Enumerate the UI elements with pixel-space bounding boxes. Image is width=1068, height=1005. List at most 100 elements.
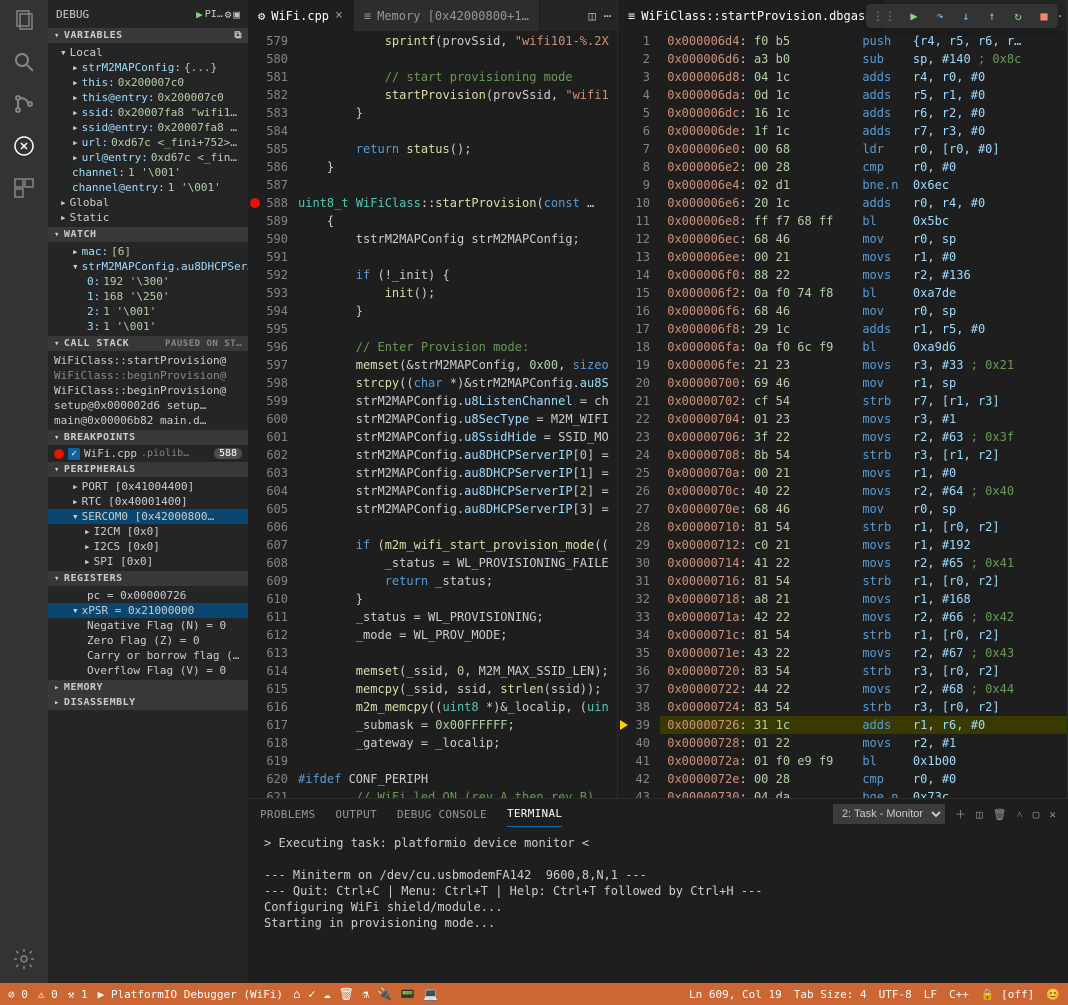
peripheral-item[interactable]: ▾ SERCOM0 [0x42000800…	[48, 509, 248, 524]
editor-tab[interactable]: ⚙WiFi.cpp×	[248, 0, 354, 31]
code-line[interactable]	[298, 644, 609, 662]
status-icon[interactable]: 📟	[400, 987, 415, 1001]
register-item[interactable]: ▾ xPSR = 0x21000000	[48, 603, 248, 618]
disasm-line[interactable]: 0x00000710: 81 54 strb r1, [r0, r2]	[660, 518, 1067, 536]
code-line[interactable]: if (!_init) {	[298, 266, 609, 284]
variables-section[interactable]: ▾VARIABLES⧉	[48, 28, 248, 43]
peripherals-section[interactable]: ▾PERIPHERALS	[48, 462, 248, 477]
peripheral-item[interactable]: ▸ SPI [0x0]	[48, 554, 248, 569]
disasm-line[interactable]: 0x00000700: 69 46 mov r1, sp	[660, 374, 1067, 392]
breakpoint-checkbox[interactable]: ✓	[68, 448, 80, 460]
editor-tab[interactable]: ≡WiFiClass::startProvision.dbgasm	[618, 0, 883, 31]
watch-item[interactable]: 1: 168 '\250'	[48, 289, 248, 304]
variable-item[interactable]: ▸ this: 0x200007c0	[48, 75, 248, 90]
code-line[interactable]: // WiFi led ON (rev A then rev B).	[298, 788, 609, 798]
status-icon[interactable]: 🔌	[377, 987, 392, 1001]
code-line[interactable]: _status = WL_PROVISIONING;	[298, 608, 609, 626]
code-line[interactable]: memset(_ssid, 0, M2M_MAX_SSID_LEN);	[298, 662, 609, 680]
code-line[interactable]: return status();	[298, 140, 609, 158]
disasm-line[interactable]: 0x00000726: 31 1c adds r1, r6, #0	[660, 716, 1067, 734]
code-line[interactable]	[298, 518, 609, 536]
variable-item[interactable]: ▸ url@entry: 0xd67c <_fin…	[48, 150, 248, 165]
disasm-line[interactable]: 0x00000720: 83 54 strb r3, [r0, r2]	[660, 662, 1067, 680]
scope-local[interactable]: ▾Local	[48, 45, 248, 60]
start-debug-icon[interactable]: ▶	[196, 8, 203, 21]
code-line[interactable]: }	[298, 158, 609, 176]
kill-terminal-icon[interactable]: 🗑	[993, 808, 1007, 821]
extensions-icon[interactable]	[12, 176, 36, 200]
variable-item[interactable]: ▸ url: 0xd67c <_fini+752>…	[48, 135, 248, 150]
disasm-line[interactable]: 0x000006dc: 16 1c adds r6, r2, #0	[660, 104, 1067, 122]
registers-section[interactable]: ▾REGISTERS	[48, 571, 248, 586]
peripheral-item[interactable]: ▸ PORT [0x41004400]	[48, 479, 248, 494]
code-line[interactable]: strM2MAPConfig.u8SsidHide = SSID_MODE…	[298, 428, 609, 446]
status-icon[interactable]: ✓	[308, 987, 315, 1001]
watch-item[interactable]: 0: 192 '\300'	[48, 274, 248, 289]
disasm-line[interactable]: 0x00000716: 81 54 strb r1, [r0, r2]	[660, 572, 1067, 590]
disasm-line[interactable]: 0x0000071c: 81 54 strb r1, [r0, r2]	[660, 626, 1067, 644]
status-item[interactable]: LF	[924, 988, 937, 1001]
status-item[interactable]: 😊	[1046, 988, 1060, 1001]
breakpoints-section[interactable]: ▾BREAKPOINTS	[48, 430, 248, 445]
status-icon[interactable]: ☁	[324, 987, 331, 1001]
code-line[interactable]: }	[298, 590, 609, 608]
disasm-line[interactable]: 0x0000072e: 00 28 cmp r0, #0	[660, 770, 1067, 788]
code-line[interactable]	[298, 752, 609, 770]
toggle-panel-icon[interactable]: ▢	[1033, 808, 1040, 821]
status-item[interactable]: C++	[949, 988, 969, 1001]
disasm-line[interactable]: 0x000006e2: 00 28 cmp r0, #0	[660, 158, 1067, 176]
code-line[interactable]	[298, 122, 609, 140]
register-item[interactable]: Carry or borrow flag (…	[48, 648, 248, 663]
peripheral-item[interactable]: ▸ I2CS [0x0]	[48, 539, 248, 554]
code-line[interactable]: // start provisioning mode	[298, 68, 609, 86]
disasm-line[interactable]: 0x000006d8: 04 1c adds r4, r0, #0	[660, 68, 1067, 86]
panel-tab[interactable]: TERMINAL	[507, 801, 562, 827]
variable-item[interactable]: ▸ this@entry: 0x200007c0	[48, 90, 248, 105]
code-line[interactable]: strM2MAPConfig.au8DHCPServerIP[2] = 1…	[298, 482, 609, 500]
code-line[interactable]	[298, 50, 609, 68]
callstack-frame[interactable]: WiFiClass::startProvision@	[48, 353, 248, 368]
status-item[interactable]: ⚒ 1	[68, 988, 88, 1001]
panel-tab[interactable]: DEBUG CONSOLE	[397, 802, 487, 827]
memory-section[interactable]: ▸MEMORY	[48, 680, 248, 695]
code-line[interactable]	[298, 248, 609, 266]
settings-icon[interactable]	[12, 947, 36, 971]
disasm-line[interactable]: 0x000006f6: 68 46 mov r0, sp	[660, 302, 1067, 320]
disasm-line[interactable]: 0x000006e0: 00 68 ldr r0, [r0, #0]	[660, 140, 1067, 158]
debug-config-name[interactable]: PI…	[205, 9, 223, 20]
maximize-panel-icon[interactable]: ˄	[1017, 808, 1023, 821]
disasm-line[interactable]: 0x0000072a: 01 f0 e9 f9 bl 0x1b00	[660, 752, 1067, 770]
disasm-line[interactable]: 0x0000070e: 68 46 mov r0, sp	[660, 500, 1067, 518]
disasm-line[interactable]: 0x00000722: 44 22 movs r2, #68 ; 0x44	[660, 680, 1067, 698]
close-panel-icon[interactable]: ✕	[1049, 808, 1056, 821]
disasm-line[interactable]: 0x000006e4: 02 d1 bne.n 0x6ec	[660, 176, 1067, 194]
code-line[interactable]: strM2MAPConfig.u8ListenChannel = chan…	[298, 392, 609, 410]
disasm-line[interactable]: 0x00000730: 04 da bge.n 0x73c	[660, 788, 1067, 798]
disasm-line[interactable]: 0x000006f8: 29 1c adds r1, r5, #0	[660, 320, 1067, 338]
disassembly-section[interactable]: ▸DISASSEMBLY	[48, 695, 248, 710]
disasm-line[interactable]: 0x000006d4: f0 b5 push {r4, r5, r6, r…	[660, 32, 1067, 50]
code-line[interactable]: #ifdef CONF_PERIPH	[298, 770, 609, 788]
watch-item[interactable]: ▸ mac: [6]	[48, 244, 248, 259]
panel-tab[interactable]: OUTPUT	[335, 802, 377, 827]
code-line[interactable]: sprintf(provSsid, "wifi101-%.2X%…	[298, 32, 609, 50]
code-line[interactable]: strM2MAPConfig.u8SecType = M2M_WIFI_S…	[298, 410, 609, 428]
code-line[interactable]: }	[298, 302, 609, 320]
disasm-line[interactable]: 0x000006de: 1f 1c adds r7, r3, #0	[660, 122, 1067, 140]
disasm-line[interactable]: 0x00000702: cf 54 strb r7, [r1, r3]	[660, 392, 1067, 410]
continue-icon[interactable]: ▶	[906, 8, 922, 24]
editor-tab[interactable]: ≡Memory [0x42000800+1…	[354, 0, 540, 31]
variable-item[interactable]: channel@entry: 1 '\001'	[48, 180, 248, 195]
split-editor-icon[interactable]: ◫	[589, 9, 596, 23]
code-line[interactable]: uint8_t WiFiClass::startProvision(const …	[298, 194, 609, 212]
disasm-line[interactable]: 0x000006ee: 00 21 movs r1, #0	[660, 248, 1067, 266]
code-line[interactable]: strM2MAPConfig.au8DHCPServerIP[0] = 1…	[298, 446, 609, 464]
callstack-section[interactable]: ▾CALL STACKPAUSED ON ST…	[48, 336, 248, 351]
restart-icon[interactable]: ↻	[1010, 8, 1026, 24]
disasm-line[interactable]: 0x0000071e: 43 22 movs r2, #67 ; 0x43	[660, 644, 1067, 662]
disasm-line[interactable]: 0x00000714: 41 22 movs r2, #65 ; 0x41	[660, 554, 1067, 572]
callstack-frame[interactable]: setup@0x000002d6 setup…	[48, 398, 248, 413]
collapse-icon[interactable]: ⧉	[234, 30, 242, 41]
disasm-line[interactable]: 0x0000070c: 40 22 movs r2, #64 ; 0x40	[660, 482, 1067, 500]
disasm-line[interactable]: 0x000006fe: 21 23 movs r3, #33 ; 0x21	[660, 356, 1067, 374]
